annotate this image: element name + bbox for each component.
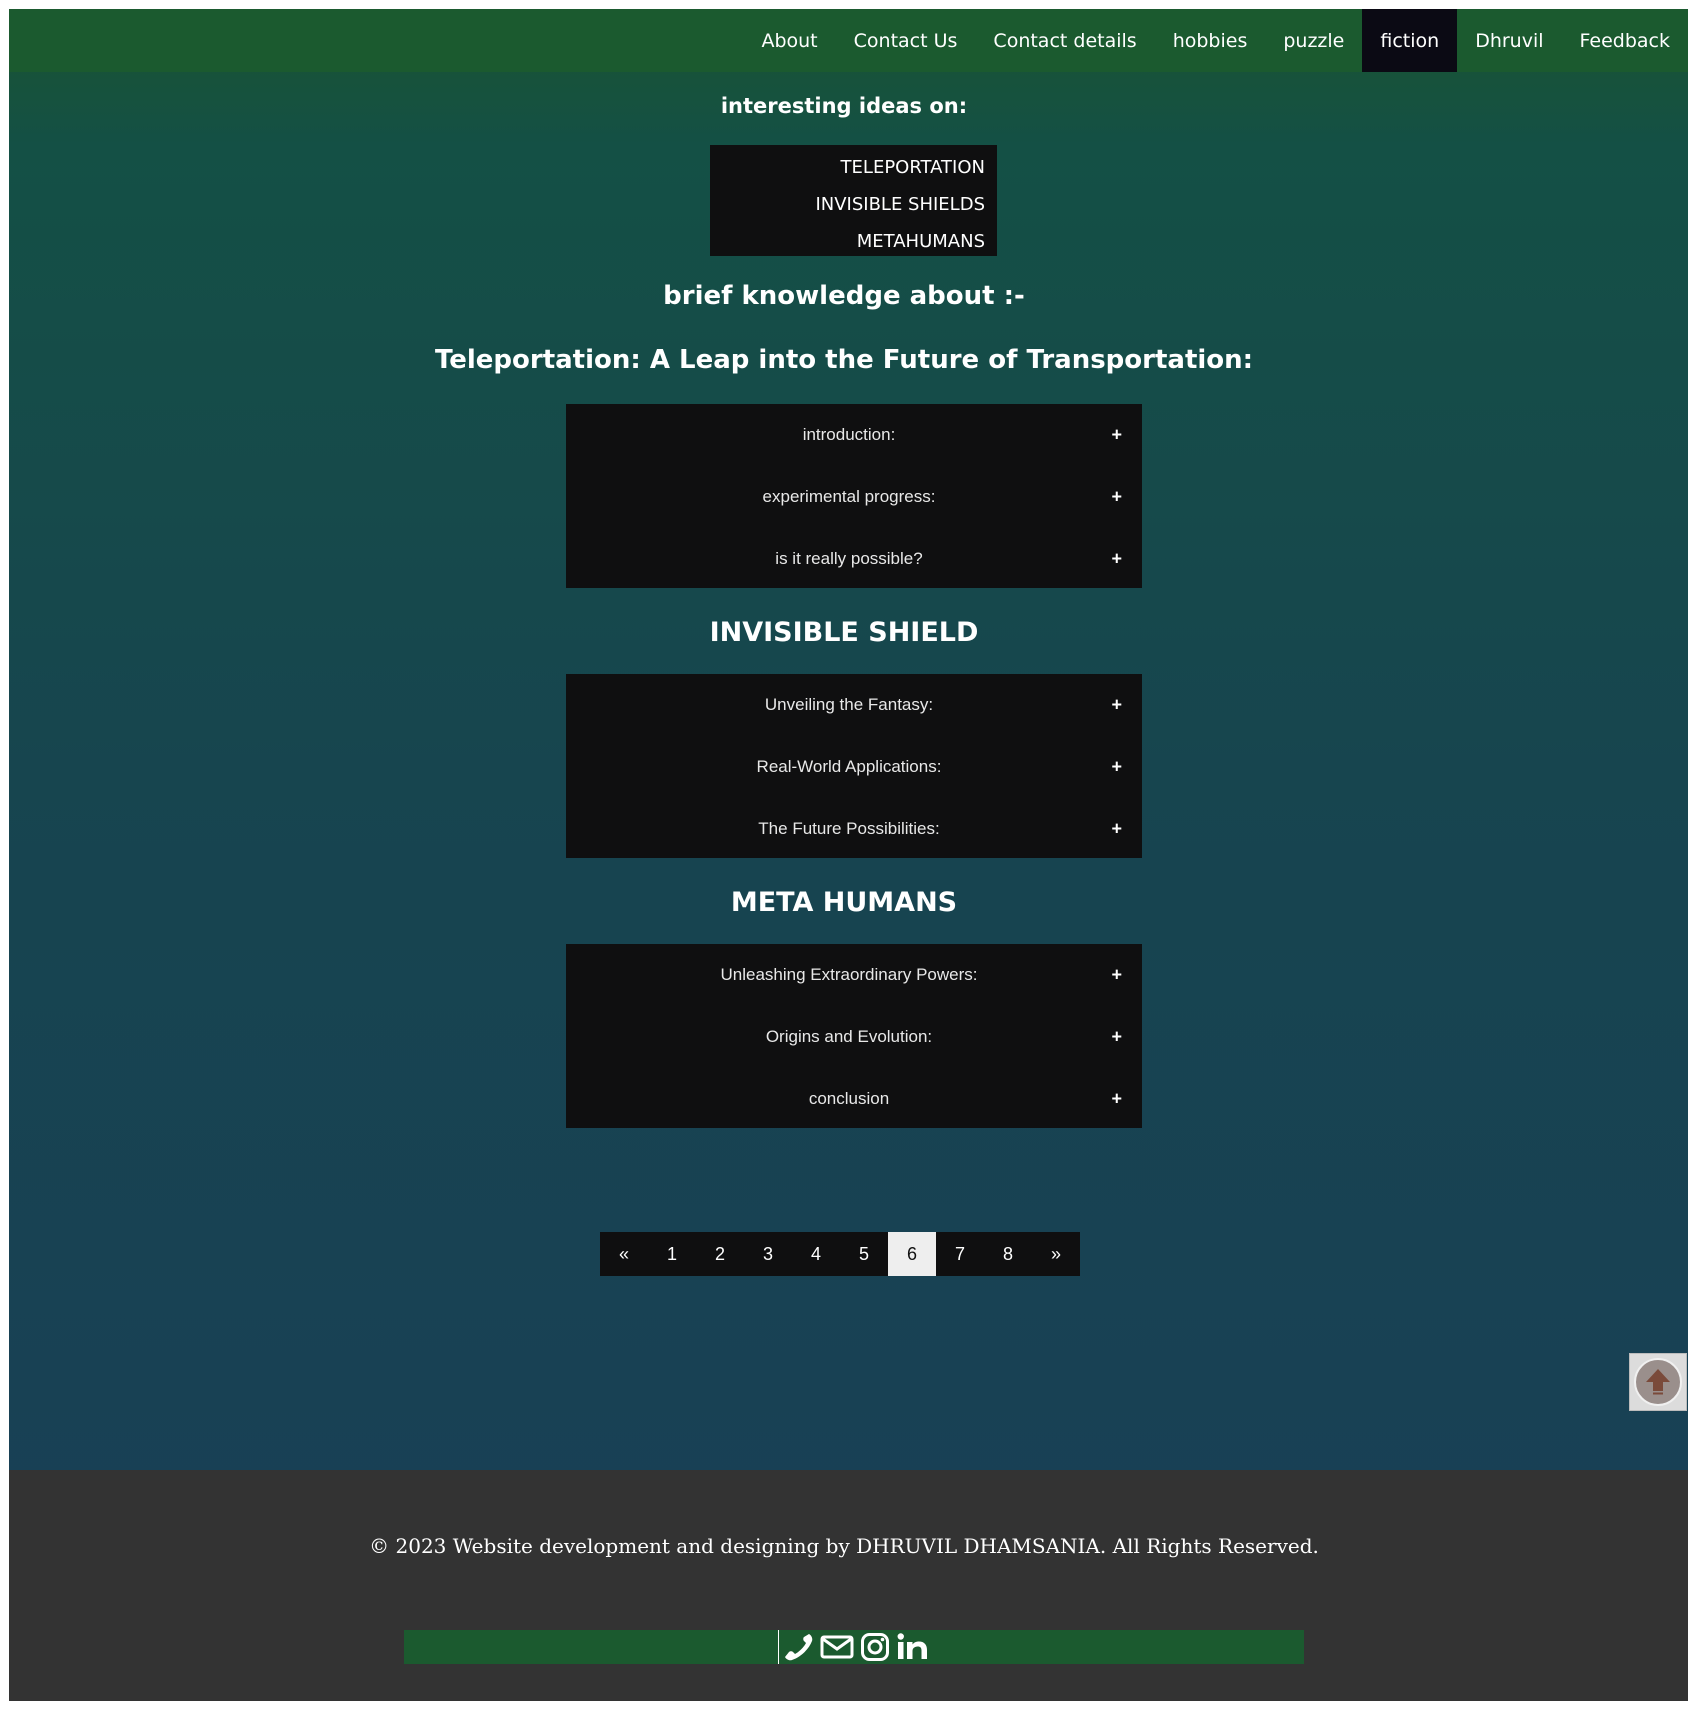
accordion-item-label: experimental progress: <box>762 487 936 506</box>
accordion-item[interactable]: The Future Possibilities: + <box>566 798 1142 860</box>
ideas-list: TELEPORTATION INVISIBLE SHIELDS METAHUMA… <box>710 145 997 256</box>
nav-item-feedback[interactable]: Feedback <box>1562 9 1688 72</box>
nav-item-dhruvil[interactable]: Dhruvil <box>1457 9 1561 72</box>
accordion-item[interactable]: introduction: + <box>566 404 1142 466</box>
plus-icon: + <box>1111 1088 1122 1109</box>
section-title-invisible-shield: INVISIBLE SHIELD <box>709 617 979 648</box>
plus-icon: + <box>1111 1026 1122 1047</box>
nav-item-about[interactable]: About <box>743 9 835 72</box>
accordion-item[interactable]: is it really possible? + <box>566 528 1142 590</box>
social-icons <box>778 1630 930 1664</box>
page-link-8[interactable]: 8 <box>984 1232 1032 1276</box>
plus-icon: + <box>1111 694 1122 715</box>
accordion-item-label: The Future Possibilities: <box>758 819 940 838</box>
accordion-teleportation: introduction: + experimental progress: +… <box>566 404 1142 588</box>
social-bar <box>404 1630 1304 1664</box>
back-to-top-button[interactable] <box>1629 1353 1687 1411</box>
phone-icon[interactable] <box>782 1630 816 1664</box>
up-arrow-icon <box>1646 1369 1670 1395</box>
page-link-1[interactable]: 1 <box>648 1232 696 1276</box>
accordion-meta-humans: Unleashing Extraordinary Powers: + Origi… <box>566 944 1142 1128</box>
idea-link-teleportation[interactable]: TELEPORTATION <box>710 149 985 186</box>
page-prev-button[interactable]: « <box>600 1232 648 1276</box>
page-link-7[interactable]: 7 <box>936 1232 984 1276</box>
page-link-5[interactable]: 5 <box>840 1232 888 1276</box>
pagination: « 1 2 3 4 5 6 7 8 » <box>600 1232 1080 1276</box>
accordion-item[interactable]: Origins and Evolution: + <box>566 1006 1142 1068</box>
accordion-item[interactable]: experimental progress: + <box>566 466 1142 528</box>
section-title-teleportation: Teleportation: A Leap into the Future of… <box>434 345 1254 375</box>
page-frame: About Contact Us Contact details hobbies… <box>9 9 1688 1701</box>
accordion-item[interactable]: Real-World Applications: + <box>566 736 1142 798</box>
linkedin-icon[interactable] <box>896 1630 930 1664</box>
plus-icon: + <box>1111 964 1122 985</box>
nav-item-contact-us[interactable]: Contact Us <box>836 9 976 72</box>
plus-icon: + <box>1111 486 1122 507</box>
footer: © 2023 Website development and designing… <box>9 1470 1688 1701</box>
section-title-meta-humans: META HUMANS <box>730 887 958 918</box>
brief-heading: brief knowledge about :- <box>663 281 1025 311</box>
nav-item-fiction[interactable]: fiction <box>1362 9 1458 72</box>
accordion-item[interactable]: Unveiling the Fantasy: + <box>566 674 1142 736</box>
plus-icon: + <box>1111 756 1122 777</box>
accordion-item-label: Origins and Evolution: <box>765 1027 933 1046</box>
footer-copyright: © 2023 Website development and designing… <box>369 1534 1319 1558</box>
page-next-button[interactable]: » <box>1032 1232 1080 1276</box>
instagram-icon[interactable] <box>858 1630 892 1664</box>
plus-icon: + <box>1111 818 1122 839</box>
accordion-item-label: is it really possible? <box>775 549 923 568</box>
plus-icon: + <box>1111 424 1122 445</box>
page-link-6[interactable]: 6 <box>888 1232 936 1276</box>
nav-item-puzzle[interactable]: puzzle <box>1265 9 1362 72</box>
accordion-item[interactable]: Unleashing Extraordinary Powers: + <box>566 944 1142 1006</box>
accordion-item-label: conclusion <box>808 1089 890 1108</box>
accordion-item-label: Unveiling the Fantasy: <box>764 695 934 714</box>
accordion-invisible-shield: Unveiling the Fantasy: + Real-World Appl… <box>566 674 1142 858</box>
navbar: About Contact Us Contact details hobbies… <box>9 9 1688 72</box>
idea-link-metahumans[interactable]: METAHUMANS <box>710 223 985 260</box>
accordion-item[interactable]: conclusion + <box>566 1068 1142 1130</box>
page-link-4[interactable]: 4 <box>792 1232 840 1276</box>
accordion-item-label: Unleashing Extraordinary Powers: <box>720 965 978 984</box>
page-link-2[interactable]: 2 <box>696 1232 744 1276</box>
accordion-item-label: introduction: <box>802 425 896 444</box>
nav-list: About Contact Us Contact details hobbies… <box>743 9 1688 72</box>
idea-link-invisible-shields[interactable]: INVISIBLE SHIELDS <box>710 186 985 223</box>
mail-icon[interactable] <box>820 1630 854 1664</box>
accordion-item-label: Real-World Applications: <box>756 757 942 776</box>
plus-icon: + <box>1111 548 1122 569</box>
ideas-heading: interesting ideas on: <box>720 94 968 118</box>
nav-item-contact-details[interactable]: Contact details <box>975 9 1154 72</box>
back-to-top-circle <box>1634 1358 1682 1406</box>
nav-item-hobbies[interactable]: hobbies <box>1155 9 1266 72</box>
page-link-3[interactable]: 3 <box>744 1232 792 1276</box>
